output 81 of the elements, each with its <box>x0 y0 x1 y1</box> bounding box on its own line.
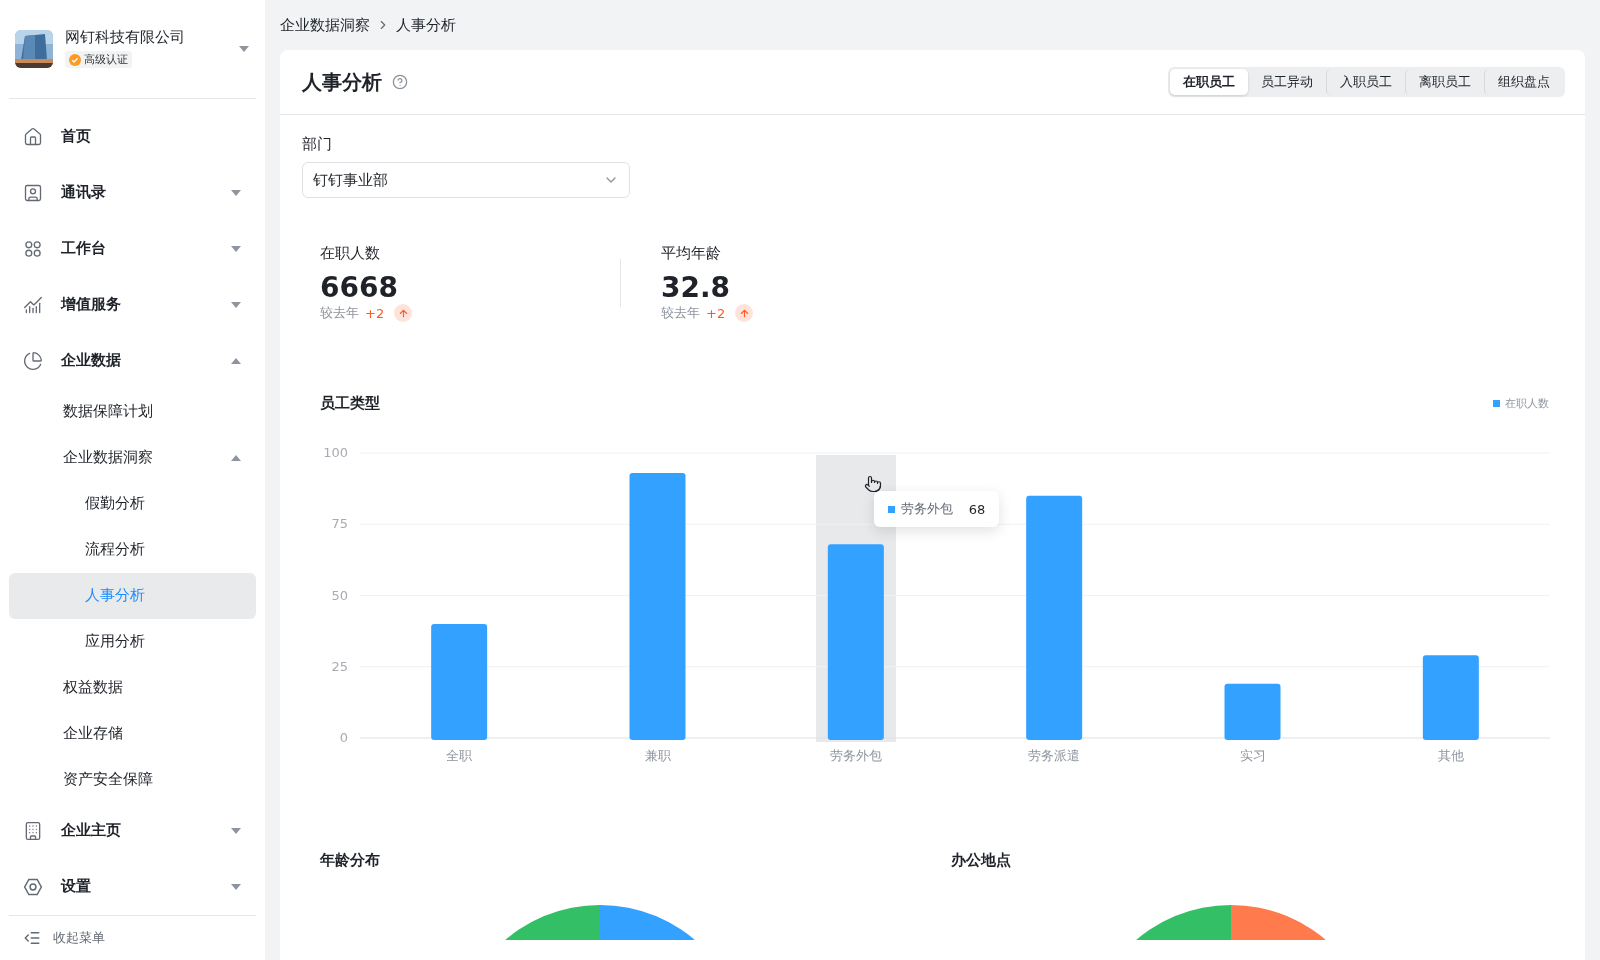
stat-label: 在职人数 <box>320 244 381 263</box>
bar[interactable] <box>1224 683 1281 740</box>
sidebar-item[interactable]: 权益数据 <box>9 664 256 711</box>
tooltip-value: 68 <box>968 501 986 517</box>
sidebar-item[interactable]: 通讯录 <box>9 164 256 221</box>
field-label: 部门 <box>302 135 333 154</box>
building-icon <box>23 820 43 841</box>
stat-value: 6668 <box>320 271 399 304</box>
compare-label: 较去年 <box>320 304 359 322</box>
caret-down-icon <box>230 244 242 253</box>
grid-icon <box>23 238 43 259</box>
company-name: 网钉科技有限公司 <box>65 28 185 47</box>
axis-tick-label: 25 <box>331 658 348 674</box>
sidebar-item[interactable]: 首页 <box>9 108 256 165</box>
pie-chart-icon <box>23 350 43 371</box>
sidebar-item[interactable]: 企业数据洞察 <box>9 434 256 481</box>
caret-up-icon <box>230 453 242 462</box>
legend-label: 在职人数 <box>1505 396 1549 411</box>
axis-category-label: 劳务外包 <box>829 748 882 763</box>
axis-category-label: 其他 <box>1437 748 1464 763</box>
bar[interactable] <box>629 472 686 740</box>
sidebar-item[interactable]: 企业数据 <box>9 332 256 389</box>
axis-tick-label: 50 <box>331 587 348 603</box>
sidebar-item[interactable]: 资产安全保障 <box>9 756 256 803</box>
settings-icon <box>23 876 43 897</box>
sidebar-item[interactable]: 企业存储 <box>9 710 256 757</box>
hand-pointer-icon <box>863 475 882 493</box>
tab[interactable]: 在职员工 <box>1170 69 1248 95</box>
tooltip-label: 劳务外包 <box>900 500 953 518</box>
sidebar-item[interactable]: 流程分析 <box>9 526 256 573</box>
axis-category-label: 全职 <box>446 748 473 763</box>
caret-down-icon <box>230 188 242 197</box>
axis-tick-label: 75 <box>331 516 348 532</box>
stat-label: 平均年龄 <box>661 244 722 263</box>
compare-label: 较去年 <box>661 304 700 322</box>
legend-marker-icon <box>1493 400 1500 407</box>
delta-value: +2 <box>706 305 726 321</box>
sidebar-item[interactable]: 工作台 <box>9 220 256 277</box>
verified-icon <box>69 53 81 66</box>
axis-category-label: 兼职 <box>644 748 671 763</box>
arrow-up-icon <box>735 304 754 322</box>
collapse-menu-button[interactable]: 收起菜单 <box>9 914 256 960</box>
tab[interactable]: 离职员工 <box>1405 69 1484 95</box>
department-select[interactable]: 钉钉事业部 <box>302 162 630 198</box>
series-marker-icon <box>887 505 895 513</box>
sidebar-item[interactable]: 设置 <box>9 858 256 915</box>
bar[interactable] <box>827 544 884 740</box>
caret-down-icon <box>230 826 242 835</box>
axis-category-label: 劳务派遣 <box>1028 748 1081 763</box>
page-title: 人事分析 <box>302 68 382 96</box>
caret-down-icon <box>238 44 250 53</box>
section-title: 年龄分布 <box>320 851 381 870</box>
sidebar-item[interactable]: 应用分析 <box>9 618 256 665</box>
sidebar-item[interactable]: 增值服务 <box>9 276 256 333</box>
section-title: 员工类型 <box>320 394 380 413</box>
tab[interactable]: 员工异动 <box>1248 69 1326 95</box>
bar[interactable] <box>431 624 488 740</box>
arrow-up-icon <box>394 304 413 322</box>
sidebar-item[interactable]: 数据保障计划 <box>9 388 256 435</box>
sidebar-item[interactable]: 假勤分析 <box>9 480 256 527</box>
axis-category-label: 实习 <box>1239 748 1266 763</box>
delta-value: +2 <box>365 305 385 321</box>
axis-tick-label: 0 <box>339 730 348 745</box>
breadcrumb-item: 人事分析 <box>396 15 456 35</box>
caret-up-icon <box>230 356 242 365</box>
help-icon[interactable] <box>392 74 408 90</box>
home-icon <box>23 126 43 147</box>
caret-down-icon <box>230 300 242 309</box>
sidebar-item[interactable]: 企业主页 <box>9 802 256 859</box>
axis-tick-label: 100 <box>323 445 348 460</box>
bar[interactable] <box>1422 655 1479 740</box>
section-title: 办公地点 <box>950 851 1012 870</box>
bar[interactable] <box>1026 495 1083 740</box>
breadcrumb-item[interactable]: 企业数据洞察 <box>280 15 370 35</box>
caret-down-icon <box>230 882 242 891</box>
badge-text: 高级认证 <box>84 52 128 67</box>
contacts-icon <box>23 182 43 203</box>
stat-value: 32.8 <box>661 271 732 304</box>
trend-chart-icon <box>23 294 43 315</box>
tab[interactable]: 入职员工 <box>1326 69 1405 95</box>
tab[interactable]: 组织盘点 <box>1484 69 1563 95</box>
